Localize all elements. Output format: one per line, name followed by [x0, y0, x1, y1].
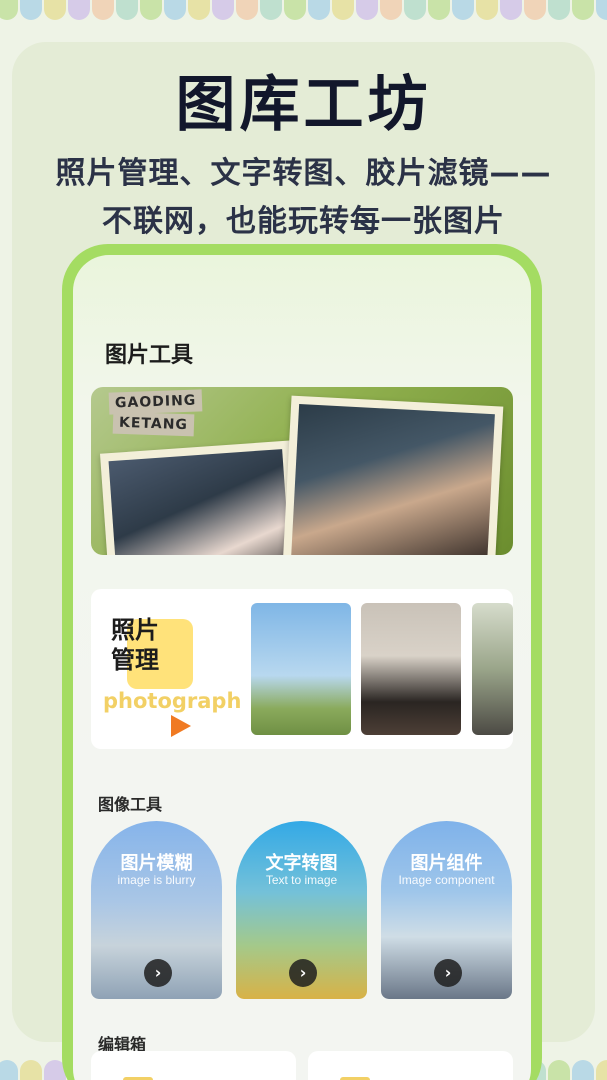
decorative-dot	[332, 0, 354, 20]
tool-card-label: 图片模糊	[120, 853, 193, 874]
decorative-dot	[476, 0, 498, 20]
decorative-dot	[524, 0, 546, 20]
play-icon	[171, 715, 191, 737]
section-title-image-tools: 图像工具	[98, 795, 163, 814]
polaroid-photo-right	[282, 395, 504, 555]
banner-tape-line1: GAODING	[108, 389, 203, 415]
decorative-dot	[20, 0, 42, 20]
decorative-dot	[500, 0, 522, 20]
decorative-dot	[308, 0, 330, 20]
tool-card-subtitle: Image component	[398, 873, 495, 887]
hero-title: 图库工坊	[175, 70, 432, 140]
photo-management-title: 照片 管理	[111, 615, 171, 675]
arrow-right-icon[interactable]: ›	[434, 959, 462, 987]
decorative-dot	[548, 0, 570, 20]
decorative-dot	[92, 0, 114, 20]
arrow-right-icon[interactable]: ›	[289, 959, 317, 987]
tool-card-subtitle: Text to image	[265, 873, 338, 887]
tool-card-image-component[interactable]: 图片组件 Image component ›	[381, 821, 512, 999]
decorative-dot	[596, 0, 607, 20]
photo-management-english: photograph	[103, 689, 242, 713]
section-title-picture-tools: 图片工具	[105, 343, 194, 368]
edit-box-card[interactable]	[91, 1051, 296, 1080]
photo-management-title-line1: 照片	[111, 616, 159, 644]
tool-card-label: 图片组件	[410, 853, 483, 874]
arrow-right-icon[interactable]: ›	[144, 959, 172, 987]
banner-tape-line2: KETANG	[112, 411, 195, 437]
decorative-dot	[356, 0, 378, 20]
decorative-dot	[116, 0, 138, 20]
tool-card-subtitle: image is blurry	[117, 873, 196, 887]
decorative-dot	[596, 1060, 607, 1080]
decorative-dot	[260, 0, 282, 20]
decorative-dot	[380, 0, 402, 20]
banner[interactable]: GAODING KETANG	[91, 387, 513, 555]
decorative-dot	[572, 1060, 594, 1080]
phone-screen: 图片工具 GAODING KETANG 照片 管理 photograph 图像工…	[73, 255, 531, 1080]
decorative-dot	[548, 1060, 570, 1080]
hero-subtitle-line2: 不联网，也能玩转每一张图片	[102, 204, 505, 239]
decorative-dot	[428, 0, 450, 20]
edit-box-card[interactable]	[308, 1051, 513, 1080]
decorative-dot	[0, 1060, 18, 1080]
decorative-dot	[44, 0, 66, 20]
decorative-dot	[0, 0, 18, 20]
photo-thumbnail[interactable]	[361, 603, 461, 735]
decorative-dot	[212, 0, 234, 20]
decorative-dot	[572, 0, 594, 20]
photo-management-title-line2: 管理	[111, 646, 159, 674]
polaroid-photo-left	[99, 440, 301, 555]
decorative-dot	[140, 0, 162, 20]
tool-card-label: 文字转图	[265, 853, 338, 874]
decorative-dot	[188, 0, 210, 20]
top-dot-border	[0, 0, 607, 22]
decorative-dot	[404, 0, 426, 20]
decorative-dot	[164, 0, 186, 20]
decorative-dot	[236, 0, 258, 20]
tool-card-text-to-image[interactable]: 文字转图 Text to image ›	[236, 821, 367, 999]
decorative-dot	[452, 0, 474, 20]
decorative-dot	[284, 0, 306, 20]
photo-management-card[interactable]: 照片 管理 photograph	[91, 589, 513, 749]
decorative-dot	[20, 1060, 42, 1080]
hero-subtitle-line1: 照片管理、文字转图、胶片滤镜——	[55, 156, 552, 191]
phone-frame: 图片工具 GAODING KETANG 照片 管理 photograph 图像工…	[62, 244, 542, 1080]
tool-card-image-blur[interactable]: 图片模糊 image is blurry ›	[91, 821, 222, 999]
photo-thumbnail[interactable]	[472, 603, 513, 735]
decorative-dot	[68, 0, 90, 20]
photo-thumbnail[interactable]	[251, 603, 351, 735]
